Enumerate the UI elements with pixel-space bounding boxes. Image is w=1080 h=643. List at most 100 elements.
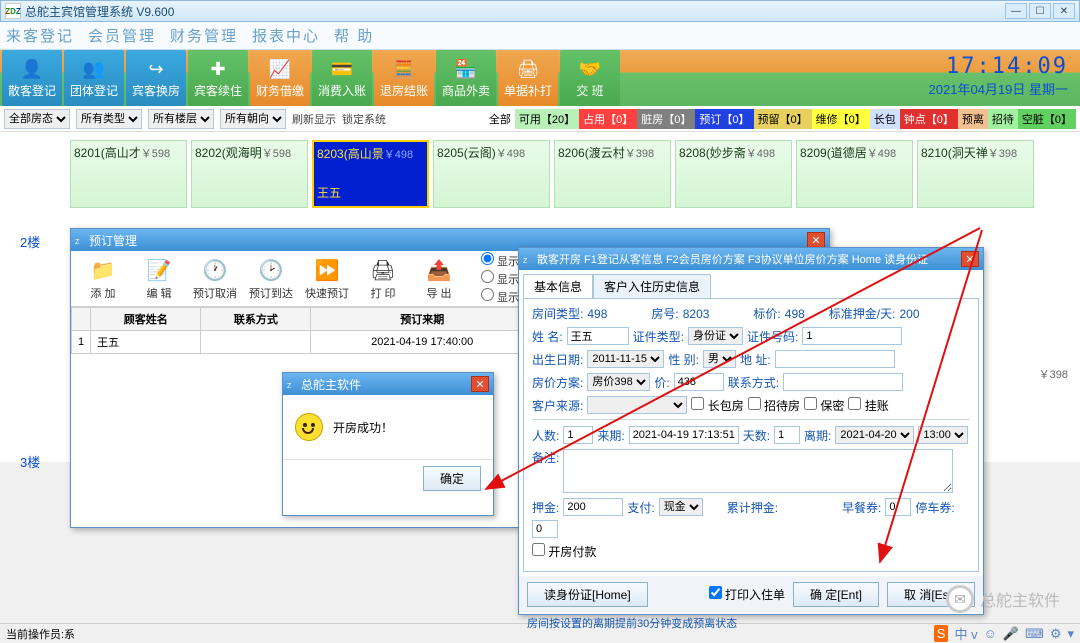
btool-快速预订[interactable]: ⏩快速预订: [303, 257, 351, 301]
btool-打 印[interactable]: 🖨打 印: [359, 257, 407, 301]
tray-icon[interactable]: 🎤: [1003, 626, 1019, 642]
maximize-button[interactable]: ☐: [1029, 3, 1051, 19]
message-text: 开房成功！: [333, 419, 393, 436]
checkin-close-icon[interactable]: ✕: [961, 251, 979, 267]
chk-print[interactable]: 打印入住单: [709, 586, 785, 603]
menubar: 来客登记 会员管理 财务管理 报表中心 帮 助: [0, 22, 1080, 50]
name-input[interactable]: [567, 327, 629, 345]
legend-item[interactable]: 招待: [988, 109, 1018, 129]
legend-item[interactable]: 脏房【0】: [637, 109, 695, 129]
filter-status[interactable]: 全部房态: [4, 109, 70, 129]
tray-icon[interactable]: ▾: [1067, 626, 1074, 642]
menu-help[interactable]: 帮 助: [334, 25, 374, 46]
sex-select[interactable]: 男: [703, 350, 736, 368]
idtype-select[interactable]: 身份证: [688, 327, 743, 345]
tab-basic[interactable]: 基本信息: [523, 274, 593, 298]
days-input[interactable]: [774, 426, 800, 444]
booking-title: 预订管理: [89, 232, 137, 249]
menu-member[interactable]: 会员管理: [88, 25, 156, 46]
dob-input[interactable]: 2011-11-15: [587, 350, 664, 368]
idno-input[interactable]: [802, 327, 902, 345]
tray-icon[interactable]: ☺: [984, 626, 997, 641]
btool-添 加[interactable]: 📁添 加: [79, 257, 127, 301]
legend-item[interactable]: 预订【0】: [695, 109, 753, 129]
leave-date[interactable]: 2021-04-20: [835, 426, 914, 444]
legend-item[interactable]: 全部: [485, 109, 515, 129]
btool-编 辑[interactable]: 📝编 辑: [135, 257, 183, 301]
message-ok-button[interactable]: 确定: [423, 466, 481, 491]
refresh-button[interactable]: 刷新显示: [292, 111, 336, 127]
chk-paynow[interactable]: 开房付款: [532, 543, 596, 560]
btool-预订取消[interactable]: 🕐预订取消: [191, 257, 239, 301]
room-card[interactable]: 8202(观海明￥598: [191, 140, 308, 208]
leave-time[interactable]: 13:00: [918, 426, 968, 444]
close-button[interactable]: ✕: [1053, 3, 1075, 19]
room-card[interactable]: 8210(洞天禅￥398: [917, 140, 1034, 208]
chk-invite[interactable]: 招待房: [748, 397, 800, 414]
minimize-button[interactable]: —: [1005, 3, 1027, 19]
chk-hold[interactable]: 挂账: [848, 397, 888, 414]
message-dialog: Z 总舵主软件 ✕ 开房成功！ 确定: [282, 372, 494, 516]
room-card[interactable]: 8203(高山景￥498王五: [312, 140, 429, 208]
message-titlebar[interactable]: Z 总舵主软件 ✕: [283, 373, 493, 395]
legend-item[interactable]: 维修【0】: [812, 109, 870, 129]
lock-button[interactable]: 锁定系统: [342, 111, 386, 127]
deposit-input[interactable]: [563, 498, 623, 516]
tool-交 班[interactable]: 🤝交 班: [560, 50, 620, 106]
people-input[interactable]: [563, 426, 593, 444]
tab-history[interactable]: 客户入住历史信息: [593, 274, 711, 298]
menu-guest[interactable]: 来客登记: [6, 25, 74, 46]
filter-orient[interactable]: 所有朝向: [220, 109, 286, 129]
breakfast-input[interactable]: [885, 498, 911, 516]
col-phone: 联系方式: [201, 308, 311, 331]
btool-icon: 🕑: [257, 257, 285, 285]
readid-button[interactable]: 读身份证[Home]: [527, 582, 648, 607]
checkin-titlebar[interactable]: Z 散客开房 F1登记从客信息 F2会员房价方案 F3协议单位房价方案 Home…: [519, 248, 983, 270]
addr-input[interactable]: [775, 350, 895, 368]
paytype-select[interactable]: 现金: [659, 498, 703, 516]
plan-select[interactable]: 房价398: [587, 373, 650, 391]
tray-icon[interactable]: ⌨: [1025, 626, 1044, 642]
room-card[interactable]: 8206(渡云村￥398: [554, 140, 671, 208]
message-title: 总舵主软件: [301, 376, 361, 393]
tray-icon[interactable]: ⚙: [1050, 626, 1062, 642]
btool-导 出[interactable]: 📤导 出: [415, 257, 463, 301]
tool-财务借缴[interactable]: 📈财务借缴: [250, 50, 310, 106]
chk-longstay[interactable]: 长包房: [691, 397, 743, 414]
filter-type[interactable]: 所有类型: [76, 109, 142, 129]
source-select[interactable]: [587, 396, 687, 414]
tool-散客登记[interactable]: 👤散客登记: [2, 50, 62, 106]
tool-单据补打[interactable]: 🖨单据补打: [498, 50, 558, 106]
parking-input[interactable]: [532, 520, 558, 538]
contact-input[interactable]: [783, 373, 903, 391]
room-card[interactable]: 8201(高山才￥598: [70, 140, 187, 208]
remark-input[interactable]: [563, 449, 953, 493]
room-card[interactable]: 8208(妙步斋￥498: [675, 140, 792, 208]
btool-预订到达[interactable]: 🕑预订到达: [247, 257, 295, 301]
price-input[interactable]: [674, 373, 724, 391]
chk-secret[interactable]: 保密: [804, 397, 844, 414]
tool-icon: 💳: [330, 58, 354, 82]
tool-宾客续住[interactable]: ✚宾客续住: [188, 50, 248, 106]
legend-item[interactable]: 预留【0】: [754, 109, 812, 129]
ok-button[interactable]: 确 定[Ent]: [793, 582, 879, 607]
legend-item[interactable]: 长包: [870, 109, 900, 129]
room-card[interactable]: 8209(道德居￥498: [796, 140, 913, 208]
legend-item[interactable]: 钟点【0】: [900, 109, 958, 129]
legend-item[interactable]: 空脏【0】: [1018, 109, 1076, 129]
legend-item[interactable]: 预离: [958, 109, 988, 129]
legend-item[interactable]: 可用【20】: [515, 109, 579, 129]
legend-item[interactable]: 占用【0】: [579, 109, 637, 129]
menu-finance[interactable]: 财务管理: [170, 25, 238, 46]
tool-消费入账[interactable]: 💳消费入账: [312, 50, 372, 106]
tool-团体登记[interactable]: 👥团体登记: [64, 50, 124, 106]
tool-商品外卖[interactable]: 🏪商品外卖: [436, 50, 496, 106]
menu-report[interactable]: 报表中心: [252, 25, 320, 46]
arrive-input[interactable]: [629, 426, 739, 444]
tool-退房结账[interactable]: 🧮退房结账: [374, 50, 434, 106]
room-card[interactable]: 8205(云阁)￥498: [433, 140, 550, 208]
booking-close-icon[interactable]: ✕: [807, 232, 825, 248]
message-close-icon[interactable]: ✕: [471, 376, 489, 392]
tool-宾客换房[interactable]: ↪宾客换房: [126, 50, 186, 106]
filter-floor[interactable]: 所有楼层: [148, 109, 214, 129]
